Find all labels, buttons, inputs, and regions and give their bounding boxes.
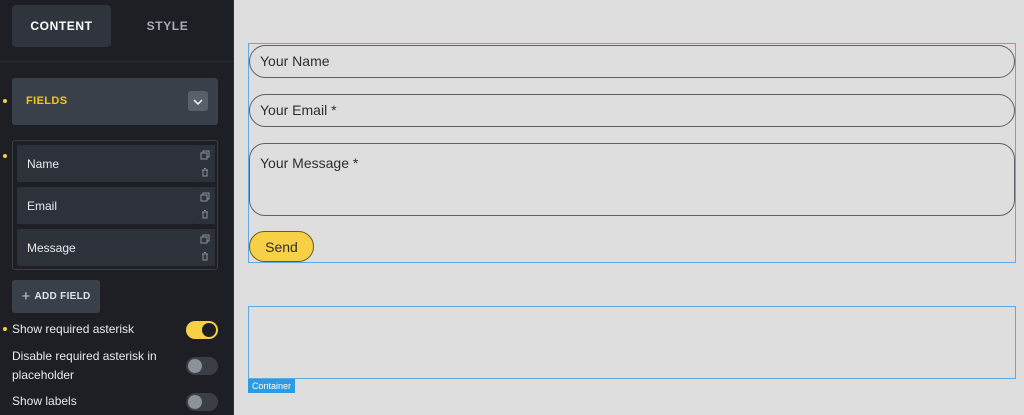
list-item-field-email[interactable]: Email <box>17 187 195 224</box>
field-item-actions <box>195 229 215 266</box>
message-placeholder: Your Message * <box>260 155 359 171</box>
show-required-asterisk-toggle[interactable] <box>186 321 218 339</box>
show-required-asterisk-label: Show required asterisk <box>12 322 135 336</box>
chevron-down-icon <box>193 92 203 110</box>
field-item-actions <box>195 145 215 182</box>
toggle-knob <box>188 395 202 409</box>
modified-indicator-dot <box>3 99 7 103</box>
show-labels-label: Show labels <box>12 394 77 408</box>
trash-icon[interactable] <box>198 165 212 179</box>
email-placeholder: Your Email * <box>260 102 337 118</box>
tabs-divider <box>0 61 234 62</box>
toggle-knob <box>202 323 216 337</box>
duplicate-icon[interactable] <box>198 148 212 162</box>
panel-tabs: CONTENT STYLE <box>12 5 222 47</box>
email-input[interactable]: Your Email * <box>249 94 1015 127</box>
list-item-field-name[interactable]: Name <box>17 145 195 182</box>
tab-content[interactable]: CONTENT <box>12 5 111 47</box>
disable-asterisk-placeholder-label: Disable required asterisk in placeholder <box>12 349 157 382</box>
plus-icon: + <box>21 287 31 305</box>
duplicate-icon[interactable] <box>198 190 212 204</box>
name-input[interactable]: Your Name <box>249 45 1015 78</box>
trash-icon[interactable] <box>198 249 212 263</box>
form-preview[interactable]: Your Name Your Email * Your Message * Se… <box>248 43 1016 263</box>
add-field-button[interactable]: + ADD FIELD <box>12 280 100 313</box>
toggle-knob <box>188 359 202 373</box>
duplicate-icon[interactable] <box>198 232 212 246</box>
message-textarea[interactable]: Your Message * <box>249 143 1015 216</box>
fields-section-title: FIELDS <box>26 95 68 107</box>
field-item-label: Email <box>27 199 58 213</box>
send-button[interactable]: Send <box>249 231 314 262</box>
tab-style[interactable]: STYLE <box>118 5 217 47</box>
field-item-label: Name <box>27 157 60 171</box>
fields-list: Name Email Message <box>12 140 218 270</box>
container-element[interactable] <box>248 306 1016 379</box>
field-item-actions <box>195 187 215 224</box>
disable-asterisk-placeholder-toggle[interactable] <box>186 357 218 375</box>
modified-indicator-dot <box>3 154 7 158</box>
collapse-toggle-button[interactable] <box>188 91 208 111</box>
settings-sidebar: CONTENT STYLE FIELDS Name Email Message … <box>0 0 234 415</box>
fields-section-header[interactable]: FIELDS <box>12 78 218 125</box>
modified-indicator-dot <box>3 327 7 331</box>
trash-icon[interactable] <box>198 207 212 221</box>
show-labels-toggle[interactable] <box>186 393 218 411</box>
add-field-label: ADD FIELD <box>34 291 91 302</box>
name-placeholder: Your Name <box>260 53 330 69</box>
list-item-field-message[interactable]: Message <box>17 229 195 266</box>
container-tag-label[interactable]: Container <box>248 379 296 393</box>
field-item-label: Message <box>27 241 76 255</box>
